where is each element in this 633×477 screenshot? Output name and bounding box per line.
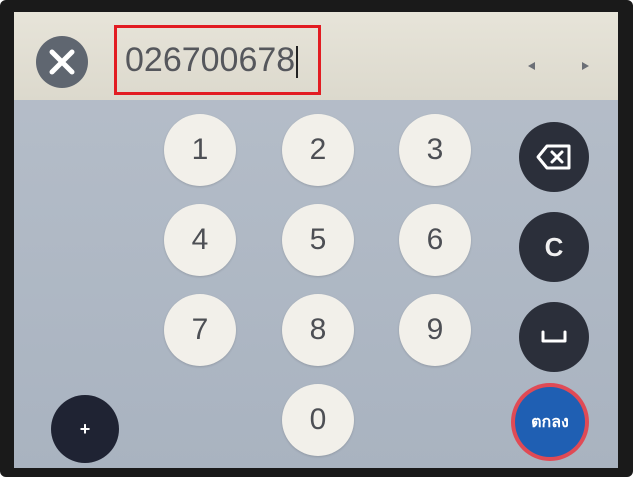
key-label: 0: [309, 403, 327, 436]
key-label: 5: [309, 223, 327, 256]
key-label: 6: [426, 223, 444, 256]
clear-label: C: [544, 231, 564, 262]
key-1[interactable]: 1: [164, 114, 236, 186]
number-input[interactable]: 026700678: [114, 25, 321, 95]
ok-label: ตกลง: [531, 413, 569, 431]
input-bar: 026700678: [14, 12, 618, 100]
space-button[interactable]: [519, 302, 589, 372]
space-icon: [541, 330, 567, 343]
close-button[interactable]: [36, 36, 88, 88]
plus-button[interactable]: +: [51, 395, 119, 463]
key-label: 9: [426, 313, 444, 346]
key-3[interactable]: 3: [399, 114, 471, 186]
key-label: 1: [191, 133, 209, 166]
key-9[interactable]: 9: [399, 294, 471, 366]
key-4[interactable]: 4: [164, 204, 236, 276]
number-input-value: 026700678: [125, 41, 299, 80]
text-caret: [296, 46, 299, 79]
key-8[interactable]: 8: [282, 294, 354, 366]
arrow-left-icon[interactable]: [528, 62, 535, 70]
arrow-right-icon[interactable]: [582, 62, 589, 70]
key-label: 2: [309, 133, 327, 166]
backspace-button[interactable]: [519, 122, 589, 192]
key-label: 8: [309, 313, 327, 346]
backspace-icon: [536, 144, 571, 170]
close-icon: [49, 49, 75, 75]
ok-button[interactable]: ตกลง: [511, 383, 589, 461]
ok-button-face: ตกลง: [515, 387, 585, 457]
device-frame: 026700678 1 2 3 4 5 6 C 7 8 9 + 0 ตกลง: [0, 0, 633, 477]
key-2[interactable]: 2: [282, 114, 354, 186]
key-5[interactable]: 5: [282, 204, 354, 276]
key-label: 4: [191, 223, 209, 256]
key-6[interactable]: 6: [399, 204, 471, 276]
key-7[interactable]: 7: [164, 294, 236, 366]
keypad-screen: 026700678 1 2 3 4 5 6 C 7 8 9 + 0 ตกลง: [14, 12, 618, 468]
key-0[interactable]: 0: [282, 384, 354, 456]
key-label: 3: [426, 133, 444, 166]
plus-label: +: [79, 418, 91, 439]
clear-button[interactable]: C: [519, 212, 589, 282]
key-label: 7: [191, 313, 209, 346]
